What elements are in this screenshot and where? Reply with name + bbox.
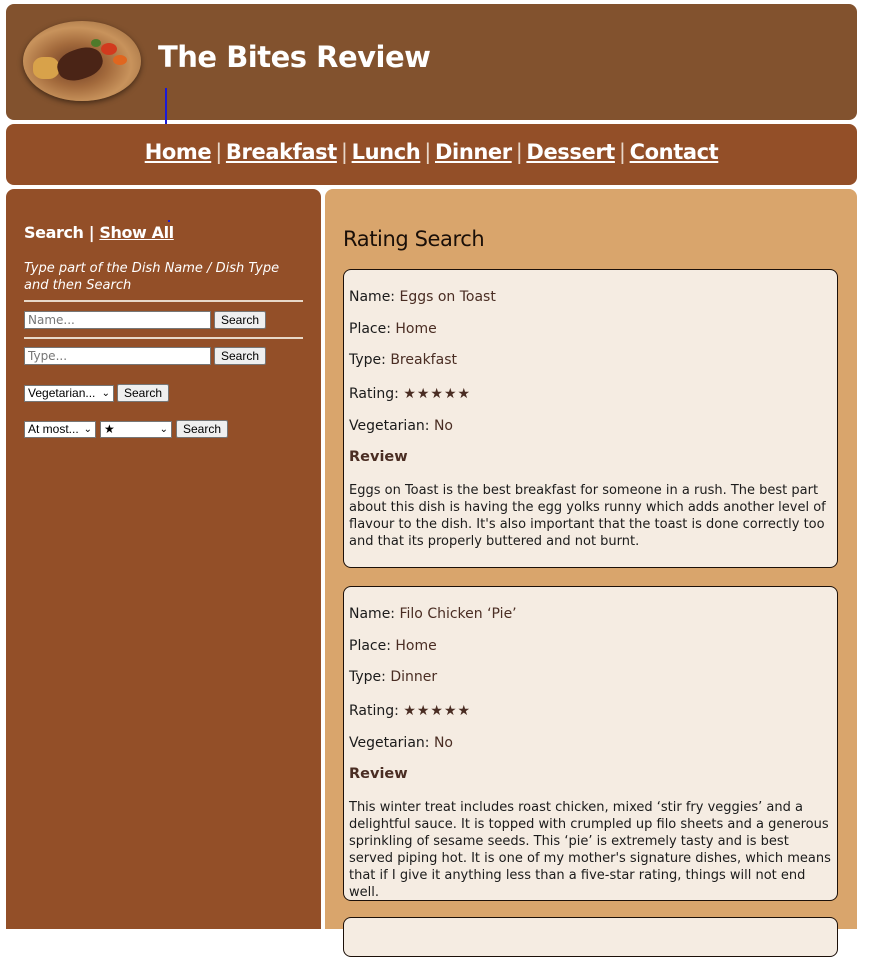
- rating-value-select-value: ★: [104, 422, 115, 436]
- field-label: Rating:: [349, 386, 399, 402]
- nav-breakfast-link[interactable]: Breakfast: [226, 140, 337, 164]
- nav-dinner-link[interactable]: Dinner: [435, 140, 512, 164]
- rating-value-select[interactable]: ★ ⌄: [100, 421, 172, 438]
- search-heading: Search | Show All: [24, 223, 174, 242]
- review-heading: Review: [349, 449, 408, 465]
- field-label: Place:: [349, 638, 391, 654]
- main-content: Rating Search Name: Eggs on Toast Place:…: [325, 189, 857, 957]
- logo-image: [23, 21, 141, 101]
- review-vegetarian: Vegetarian: No: [349, 418, 453, 434]
- review-type: Type: Dinner: [349, 669, 437, 685]
- review-type: Type: Breakfast: [349, 352, 457, 368]
- nav-home-link[interactable]: Home: [145, 140, 212, 164]
- vegetarian-select[interactable]: Vegetarian... ⌄: [24, 385, 114, 402]
- main-nav: Home | Breakfast | Lunch | Dinner | Dessert | Cont…: [6, 124, 857, 185]
- nav-separator: |: [215, 140, 222, 164]
- review-card: Name: Filo Chicken ‘Pie’ Place: Home Typ…: [343, 586, 838, 901]
- dish-type: Breakfast: [390, 352, 457, 368]
- rating-mode-select-value: At most...: [28, 422, 79, 436]
- nav-separator: |: [424, 140, 431, 164]
- search-hint: Type part of the Dish Name / Dish Type a…: [24, 261, 280, 293]
- nav-dessert-link[interactable]: Dessert: [526, 140, 615, 164]
- nav-separator: |: [618, 140, 626, 164]
- type-search-button[interactable]: Search: [214, 347, 267, 365]
- show-all-link[interactable]: Show All: [99, 223, 174, 242]
- name-search-input[interactable]: [24, 311, 211, 329]
- review-text: This winter treat includes roast chicken…: [349, 800, 831, 900]
- review-vegetarian: Vegetarian: No: [349, 735, 453, 751]
- review-card: Name: Eggs on Toast Place: Home Type: Br…: [343, 269, 838, 568]
- dish-name: Eggs on Toast: [399, 289, 496, 305]
- review-place: Place: Home: [349, 321, 437, 337]
- field-label: Name:: [349, 606, 396, 622]
- site-title: The Bites Review: [158, 40, 431, 74]
- dish-type: Dinner: [390, 669, 438, 685]
- nav-separator: |: [515, 140, 523, 164]
- chevron-down-icon: ⌄: [101, 388, 110, 399]
- star-rating: ★★★★★: [403, 703, 472, 719]
- nav-separator: |: [340, 140, 348, 164]
- field-label: Vegetarian:: [349, 418, 430, 434]
- field-label: Place:: [349, 321, 391, 337]
- dish-vegetarian: No: [433, 418, 453, 434]
- review-text: Eggs on Toast is the best breakfast for …: [349, 483, 826, 549]
- dish-place: Home: [395, 321, 437, 337]
- rating-search-button[interactable]: Search: [176, 420, 229, 438]
- review-name: Name: Eggs on Toast: [349, 289, 496, 305]
- nav-lunch-link[interactable]: Lunch: [352, 140, 421, 164]
- rating-mode-select[interactable]: At most... ⌄: [24, 421, 96, 438]
- divider: [24, 300, 303, 302]
- nav-contact-link[interactable]: Contact: [630, 140, 719, 164]
- review-rating: Rating: ★★★★★: [349, 703, 471, 719]
- search-sidebar: Search | Show All Type part of the Dish …: [6, 189, 321, 929]
- page-title: Rating Search: [343, 227, 485, 251]
- type-search-input[interactable]: [24, 347, 211, 365]
- review-name: Name: Filo Chicken ‘Pie’: [349, 606, 517, 622]
- review-card-partial: [343, 917, 838, 957]
- field-label: Type:: [349, 352, 386, 368]
- field-label: Vegetarian:: [349, 735, 430, 751]
- chevron-down-icon: ⌄: [159, 424, 168, 435]
- divider: [24, 337, 303, 339]
- search-label: Search: [24, 223, 84, 242]
- chevron-down-icon: ⌄: [83, 424, 92, 435]
- dish-name: Filo Chicken ‘Pie’: [399, 606, 517, 622]
- name-search-button[interactable]: Search: [214, 311, 267, 329]
- vegetarian-search-button[interactable]: Search: [117, 384, 170, 402]
- field-label: Name:: [349, 289, 396, 305]
- star-rating: ★★★★★: [403, 386, 472, 402]
- heading-separator: |: [88, 223, 95, 242]
- field-label: Rating:: [349, 703, 399, 719]
- review-place: Place: Home: [349, 638, 437, 654]
- dish-vegetarian: No: [433, 735, 453, 751]
- dish-place: Home: [395, 638, 437, 654]
- vegetarian-select-value: Vegetarian...: [28, 386, 96, 400]
- site-header: The Bites Review: [6, 4, 857, 120]
- stray-dot: [168, 220, 170, 222]
- field-label: Type:: [349, 669, 386, 685]
- review-rating: Rating: ★★★★★: [349, 386, 471, 402]
- review-heading: Review: [349, 766, 408, 782]
